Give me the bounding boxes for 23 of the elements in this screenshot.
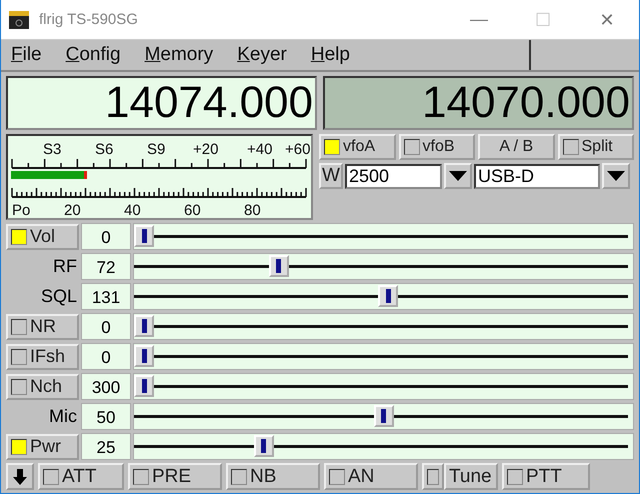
scale-label: +20 <box>193 141 218 158</box>
value-display: 0 <box>81 223 131 250</box>
value-display: 25 <box>81 433 131 460</box>
scale-label: S9 <box>147 141 166 158</box>
scale-label: S3 <box>43 141 62 158</box>
scale-label: 40 <box>124 202 141 219</box>
value-display: 300 <box>81 373 131 400</box>
window-title: flrig TS-590SG <box>39 11 139 28</box>
scale-label: +40 <box>247 141 272 158</box>
scale-label: S6 <box>95 141 114 158</box>
scale-label: 80 <box>244 202 261 219</box>
scale-label: 60 <box>184 202 201 219</box>
power-label: Po <box>12 202 30 219</box>
scale-label: 20 <box>64 202 81 219</box>
value-display: 0 <box>81 343 131 370</box>
slider-label: RF <box>53 256 78 277</box>
value-display: 72 <box>81 253 131 280</box>
value-display: 50 <box>81 403 131 430</box>
slider-label: SQL <box>40 286 78 307</box>
slider-label: Mic <box>49 406 78 427</box>
value-display: 131 <box>81 283 131 310</box>
scale-label: +60 <box>285 141 310 158</box>
value-display: 0 <box>81 313 131 340</box>
